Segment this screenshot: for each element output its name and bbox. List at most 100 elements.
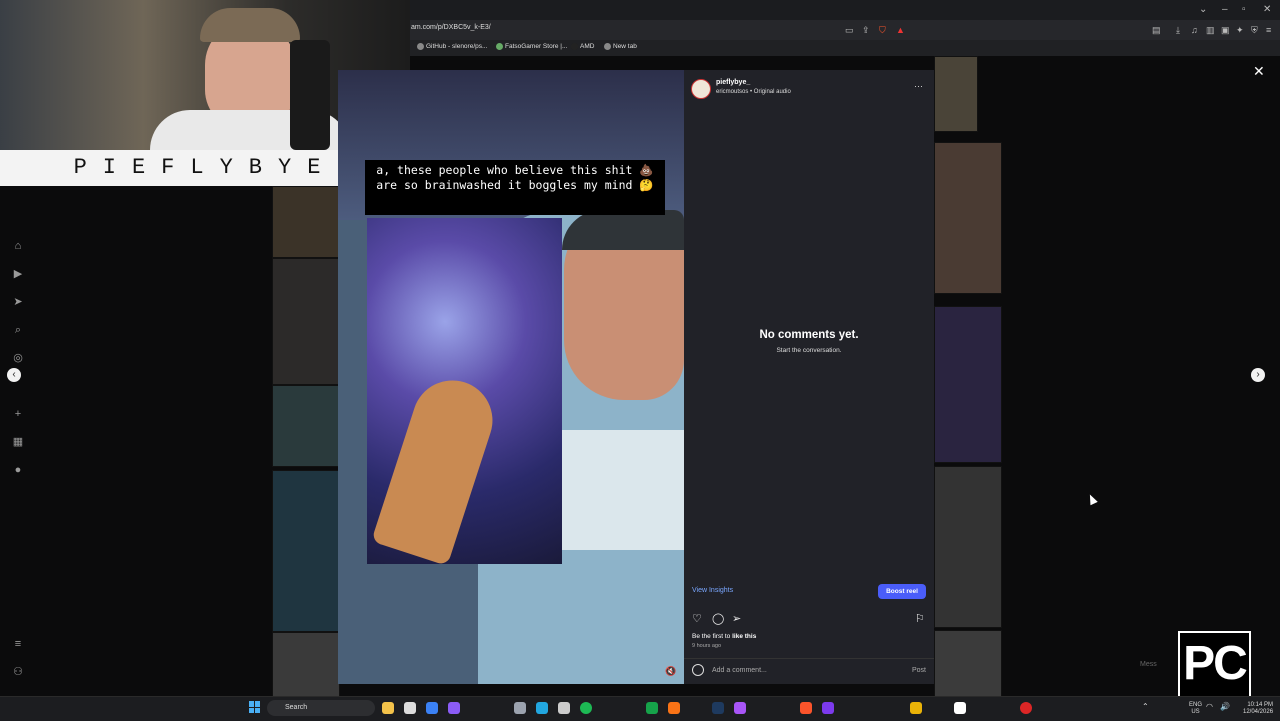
menu-icon[interactable]: ≡ xyxy=(1266,25,1271,35)
author-username[interactable]: pieflybye_ xyxy=(716,79,750,86)
mute-icon[interactable]: 🔇 xyxy=(665,666,676,677)
lang-code: ENG xyxy=(1189,702,1203,708)
store-app-icon[interactable] xyxy=(404,702,416,714)
grid-thumbnail[interactable] xyxy=(934,466,1002,628)
app-icon[interactable] xyxy=(514,702,526,714)
grid-thumbnail[interactable] xyxy=(934,142,1002,294)
language-indicator[interactable]: ENG US xyxy=(1189,702,1202,716)
file-explorer-icon[interactable] xyxy=(382,702,394,714)
xbox-icon[interactable] xyxy=(646,702,658,714)
app-icon[interactable] xyxy=(1020,702,1032,714)
previous-post-button[interactable]: ‹ xyxy=(7,368,21,382)
grid-thumbnail[interactable] xyxy=(934,306,1002,463)
grid-thumbnail[interactable] xyxy=(934,56,978,132)
inset-finger xyxy=(371,370,503,566)
search-icon[interactable]: ⌕ xyxy=(11,323,25,337)
bookmark-new-tab[interactable]: New tab xyxy=(604,43,637,50)
app-icon[interactable] xyxy=(822,702,834,714)
reel-caption: a, these people who believe this shit 💩 … xyxy=(365,160,665,215)
taskbar-search-label: Search xyxy=(285,704,308,711)
empty-comments-title: No comments yet. xyxy=(759,329,859,341)
app-icon[interactable] xyxy=(448,702,460,714)
wallet-icon[interactable]: ▣ xyxy=(1221,25,1230,36)
brave-rewards-icon[interactable]: ▲ xyxy=(896,25,905,35)
app-icon[interactable] xyxy=(668,702,680,714)
brave-icon[interactable] xyxy=(800,702,812,714)
comment-input[interactable]: Add a comment... xyxy=(712,667,767,674)
brave-shield-icon[interactable]: ⛉ xyxy=(879,25,886,36)
maximize-icon[interactable]: ▫ xyxy=(1242,4,1246,15)
amd-icon xyxy=(571,43,578,50)
steam-icon[interactable] xyxy=(712,702,724,714)
mail-icon[interactable] xyxy=(426,702,438,714)
minimize-icon[interactable]: ⌄ xyxy=(1199,4,1207,15)
app-icon[interactable] xyxy=(910,702,922,714)
video-cap xyxy=(562,210,684,250)
empty-comments-subtitle: Start the conversation. xyxy=(776,347,842,354)
grid-thumbnail[interactable] xyxy=(272,632,340,698)
meta-icon[interactable]: ⚇ xyxy=(11,665,25,679)
audio-attribution[interactable]: ericmoutsos • Original audio xyxy=(716,89,791,95)
app-icon[interactable] xyxy=(734,702,746,714)
microphone xyxy=(290,40,330,150)
spotify-icon[interactable] xyxy=(580,702,592,714)
more-options-icon[interactable]: ··· xyxy=(914,81,923,91)
like-icon[interactable]: ♡ xyxy=(692,612,702,625)
author-avatar[interactable] xyxy=(691,79,711,99)
app-icon[interactable] xyxy=(558,702,570,714)
more-menu-icon[interactable]: ≡ xyxy=(11,637,25,651)
clock-time: 10:14 PM xyxy=(1247,702,1274,708)
comment-icon[interactable]: ◯ xyxy=(712,612,724,625)
dashboard-icon[interactable]: ▦ xyxy=(11,435,25,449)
store-icon xyxy=(496,43,503,50)
send-icon[interactable]: ➤ xyxy=(11,295,25,309)
grid-thumbnail[interactable] xyxy=(272,186,340,258)
post-timestamp: 9 hours ago xyxy=(692,643,722,649)
boost-reel-button[interactable]: Boost reel xyxy=(878,584,926,599)
wifi-icon[interactable]: ◠ xyxy=(1206,702,1213,711)
share-icon[interactable]: ⇪ xyxy=(862,25,870,36)
volume-icon[interactable]: 🔊 xyxy=(1220,702,1230,711)
messages-button[interactable]: Mess xyxy=(1140,661,1157,668)
emoji-icon[interactable] xyxy=(692,664,704,676)
tray-overflow-icon[interactable]: ⌃ xyxy=(1142,702,1149,711)
restore-icon[interactable]: – xyxy=(1222,4,1228,15)
profile-avatar-icon[interactable]: ● xyxy=(11,463,25,477)
home-icon[interactable]: ⌂ xyxy=(11,239,25,253)
create-icon[interactable]: + xyxy=(11,407,25,421)
bookmark-fatsogamer[interactable]: FatsoGamer Store |... xyxy=(496,43,567,50)
url-text[interactable]: am.com/p/DXBC5v_k-E3/ xyxy=(411,24,491,31)
clock-date: 12/04/2026 xyxy=(1243,709,1274,715)
grid-thumbnail[interactable] xyxy=(272,470,340,632)
next-post-button[interactable]: › xyxy=(1251,368,1265,382)
extensions-icon[interactable]: ✦ xyxy=(1236,25,1244,36)
screen-share-icon[interactable]: ▭ xyxy=(845,25,854,36)
notepad-icon[interactable] xyxy=(954,702,966,714)
grid-thumbnail[interactable] xyxy=(272,258,340,385)
reels-icon[interactable]: ▶ xyxy=(11,267,25,281)
taskbar-search[interactable]: Search xyxy=(267,700,375,716)
grid-thumbnail[interactable] xyxy=(934,630,1002,698)
download-icon[interactable]: ⤓ xyxy=(1176,25,1180,36)
vpn-icon[interactable]: ⛨ xyxy=(1251,25,1258,36)
telegram-icon[interactable] xyxy=(536,702,548,714)
close-modal-icon[interactable]: ✕ xyxy=(1253,63,1265,80)
close-window-icon[interactable]: ✕ xyxy=(1263,4,1271,15)
bookmark-github[interactable]: GitHub - slenore/ps... xyxy=(417,43,487,50)
explore-icon[interactable]: ◎ xyxy=(11,351,25,365)
media-icon[interactable]: ♫ xyxy=(1191,25,1198,35)
clock[interactable]: 10:14 PM 12/04/2026 xyxy=(1243,702,1273,716)
grid-thumbnail[interactable] xyxy=(272,385,340,467)
view-insights-link[interactable]: View Insights xyxy=(692,587,733,594)
like-this-link[interactable]: like this xyxy=(732,633,756,640)
share-post-icon[interactable]: ➢ xyxy=(732,612,741,625)
reel-inset-video xyxy=(367,218,562,566)
post-comment-button[interactable]: Post xyxy=(912,667,926,674)
sidebar-icon[interactable]: ▤ xyxy=(1152,25,1161,36)
video-shirt xyxy=(558,430,684,550)
likes-summary: Be the first to like this xyxy=(692,633,756,640)
panel-icon[interactable]: ▥ xyxy=(1206,25,1215,36)
bookmark-amd[interactable]: AMD xyxy=(571,43,594,50)
save-bookmark-icon[interactable]: ⚐ xyxy=(915,612,925,625)
windows-start-icon[interactable] xyxy=(249,701,261,713)
